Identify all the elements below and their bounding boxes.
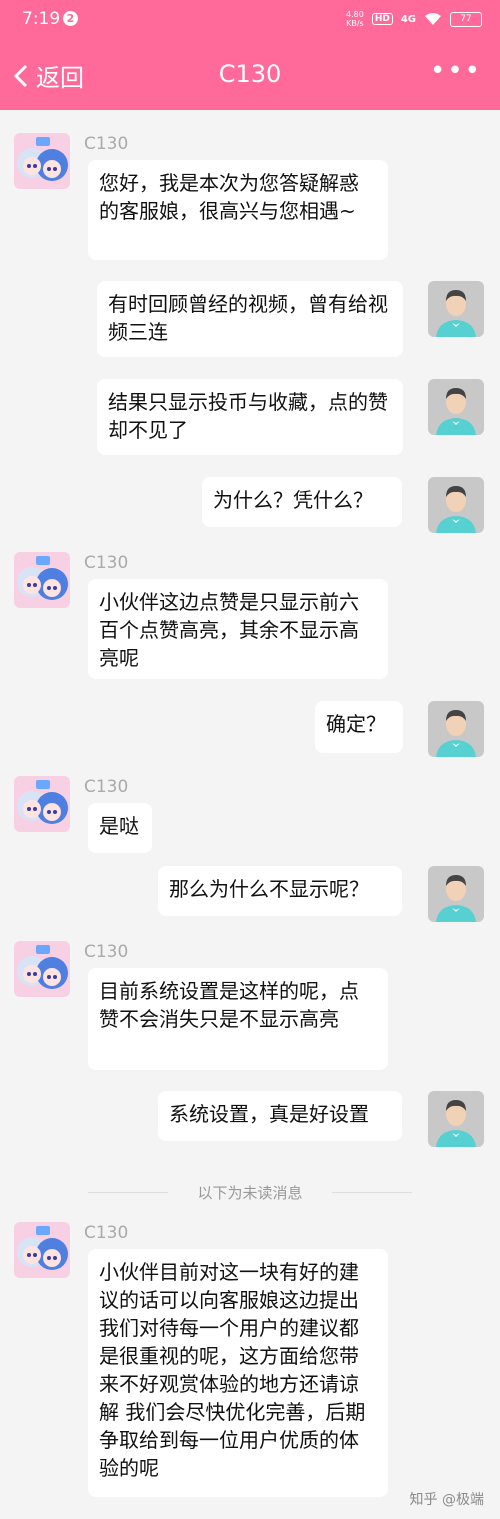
agent-avatar[interactable] bbox=[14, 941, 70, 997]
agent-message-bubble[interactable]: 目前系统设置是这样的呢，点赞不会消失只是不显示高亮 bbox=[88, 968, 388, 1070]
user-avatar[interactable] bbox=[428, 866, 484, 922]
agent-avatar[interactable] bbox=[14, 776, 70, 832]
hd-icon: HD bbox=[371, 13, 393, 25]
agent-message-bubble[interactable]: 小伙伴这边点赞是只显示前六百个点赞高亮，其余不显示高亮呢 bbox=[88, 579, 388, 679]
user-avatar[interactable] bbox=[428, 701, 484, 757]
wifi-icon bbox=[425, 13, 441, 25]
agent-avatar[interactable] bbox=[14, 552, 70, 608]
user-message-bubble[interactable]: 有时回顾曾经的视频，曾有给视频三连 bbox=[97, 281, 403, 357]
sender-name: C130 bbox=[84, 134, 129, 154]
user-message-bubble[interactable]: 那么为什么不显示呢？ bbox=[158, 866, 402, 916]
signal-icon: 4G bbox=[400, 13, 416, 25]
network-speed: 4.80 KB/s bbox=[346, 10, 364, 28]
user-message-bubble[interactable]: 系统设置，真是好设置 bbox=[158, 1091, 402, 1141]
chat-title: C130 bbox=[218, 60, 282, 88]
unread-divider: 以下为未读消息 bbox=[0, 1182, 500, 1203]
status-time: 7:19 bbox=[22, 9, 61, 29]
agent-avatar[interactable] bbox=[14, 133, 70, 189]
battery-icon: 77 bbox=[450, 11, 482, 27]
user-avatar[interactable] bbox=[428, 477, 484, 533]
status-icons: 4.80 KB/s HD 4G 77 bbox=[346, 10, 482, 28]
sender-name: C130 bbox=[84, 553, 129, 573]
agent-avatar[interactable] bbox=[14, 1222, 70, 1278]
user-avatar[interactable] bbox=[428, 379, 484, 435]
user-avatar[interactable] bbox=[428, 1091, 484, 1147]
user-avatar[interactable] bbox=[428, 281, 484, 337]
user-message-bubble[interactable]: 为什么？凭什么？ bbox=[202, 477, 402, 527]
nav-bar: 返回 C130 ••• bbox=[0, 38, 500, 110]
sender-name: C130 bbox=[84, 942, 129, 962]
more-options-button[interactable]: ••• bbox=[430, 56, 482, 86]
sender-name: C130 bbox=[84, 777, 129, 797]
notification-badge: 2 bbox=[63, 11, 78, 26]
status-bar: 7:19 2 4.80 KB/s HD 4G 77 bbox=[0, 0, 500, 38]
agent-message-bubble[interactable]: 小伙伴目前对这一块有好的建议的话可以向客服娘这边提出 我们对待每一个用户的建议都… bbox=[88, 1249, 388, 1497]
user-message-bubble[interactable]: 结果只显示投币与收藏，点的赞却不见了 bbox=[97, 379, 403, 455]
sender-name: C130 bbox=[84, 1223, 129, 1243]
user-message-bubble[interactable]: 确定？ bbox=[315, 701, 403, 753]
agent-message-bubble[interactable]: 您好，我是本次为您答疑解惑的客服娘，很高兴与您相遇~ bbox=[88, 160, 388, 260]
watermark: 知乎 @极端 bbox=[409, 1492, 484, 1508]
agent-message-bubble[interactable]: 是哒 bbox=[88, 803, 152, 853]
